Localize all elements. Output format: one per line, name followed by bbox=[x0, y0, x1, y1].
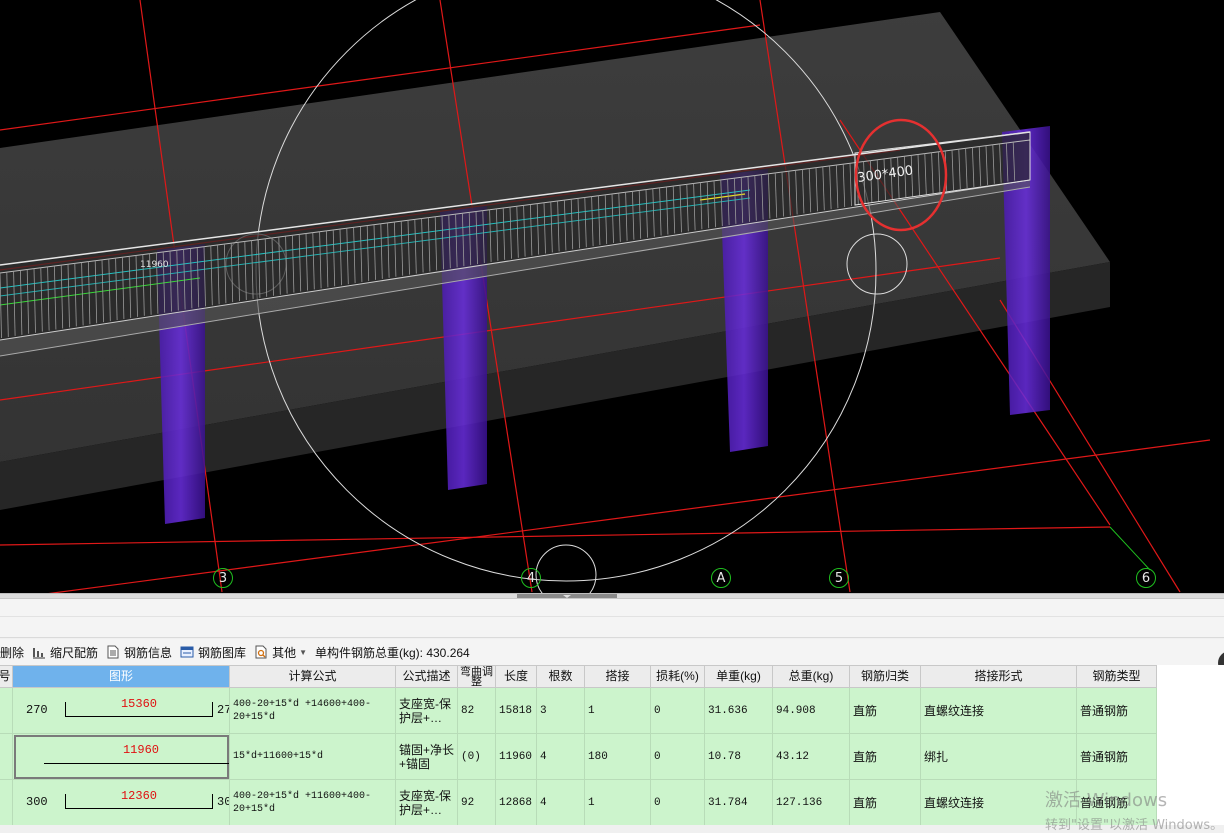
rebar-table: 号 图形 计算公式 公式描述 弯曲调整 长度 根数 搭接 损耗(%) 单重(kg… bbox=[0, 665, 1157, 825]
ruler-icon bbox=[32, 645, 46, 659]
length-cell[interactable]: 12868 bbox=[495, 779, 537, 825]
rebar-library-button[interactable]: 钢筋图库 bbox=[180, 641, 246, 663]
col-header-length[interactable]: 长度 bbox=[495, 665, 537, 688]
description-cell[interactable]: 锚固+净长+锚固 bbox=[395, 733, 458, 780]
count-cell[interactable]: 3 bbox=[536, 687, 585, 734]
scale-rebar-label: 缩尺配筋 bbox=[50, 645, 99, 660]
unit-weight-cell[interactable]: 31.784 bbox=[704, 779, 773, 825]
search-document-icon bbox=[254, 645, 268, 659]
shape-cell[interactable]: 300 12360 300 bbox=[12, 779, 230, 825]
table-row[interactable]: 270 15360 270 400-20+15*d +14600+400-20+… bbox=[0, 687, 1157, 734]
axis-marker-6[interactable]: 6 bbox=[1136, 568, 1156, 588]
unit-weight-cell[interactable]: 31.636 bbox=[704, 687, 773, 734]
shape-left-length: 270 bbox=[26, 703, 48, 717]
col-header-lap[interactable]: 搭接 bbox=[584, 665, 651, 688]
rebar-library-label: 钢筋图库 bbox=[198, 645, 247, 660]
total-weight-cell[interactable]: 94.908 bbox=[772, 687, 850, 734]
axis-marker-5[interactable]: 5 bbox=[829, 568, 849, 588]
splitter-collapse-handle[interactable] bbox=[517, 594, 617, 598]
rebar-table-container: 号 图形 计算公式 公式描述 弯曲调整 长度 根数 搭接 损耗(%) 单重(kg… bbox=[0, 665, 1224, 825]
category-cell[interactable]: 直筋 bbox=[849, 687, 921, 734]
total-weight-label: 单构件钢筋总重(kg): 430.264 bbox=[315, 645, 470, 660]
description-cell[interactable]: 支座宽-保护层+… bbox=[395, 687, 458, 734]
row-number-cell[interactable] bbox=[0, 779, 13, 825]
rebar-length-tag: 11960 bbox=[140, 260, 169, 270]
formula-cell[interactable]: 400-20+15*d +14600+400-20+15*d bbox=[229, 687, 396, 734]
col-header-description[interactable]: 公式描述 bbox=[395, 665, 458, 688]
lap-type-cell[interactable]: 绑扎 bbox=[920, 733, 1077, 780]
lap-type-cell[interactable]: 直螺纹连接 bbox=[920, 687, 1077, 734]
model-canvas: 11960 300*400 bbox=[0, 0, 1211, 593]
lap-cell[interactable]: 180 bbox=[584, 733, 651, 780]
lap-type-cell[interactable]: 直螺纹连接 bbox=[920, 779, 1077, 825]
col-header-category[interactable]: 钢筋归类 bbox=[849, 665, 921, 688]
document-icon bbox=[106, 645, 120, 659]
rebar-type-cell[interactable]: 普通钢筋 bbox=[1076, 687, 1157, 734]
chevron-down-icon: ▼ bbox=[299, 647, 307, 657]
bend-adjust-cell[interactable]: (0) bbox=[457, 733, 496, 780]
rebar-toolbar: 删除 缩尺配筋 钢筋信息 钢筋图库 其他 ▼ 单构件钢筋总重(kg): 430.… bbox=[0, 639, 1224, 665]
delete-button[interactable]: 删除 bbox=[0, 641, 24, 663]
other-label: 其他 bbox=[272, 645, 297, 660]
table-header-row: 号 图形 计算公式 公式描述 弯曲调整 长度 根数 搭接 损耗(%) 单重(kg… bbox=[0, 665, 1157, 688]
row-number-cell[interactable] bbox=[0, 733, 13, 780]
col-header-total-weight[interactable]: 总重(kg) bbox=[772, 665, 850, 688]
col-header-bend-adjust[interactable]: 弯曲调整 bbox=[457, 665, 496, 688]
rebar-type-cell[interactable]: 普通钢筋 bbox=[1076, 733, 1157, 780]
description-cell[interactable]: 支座宽-保护层+… bbox=[395, 779, 458, 825]
table-row[interactable]: 11960 15*d+11600+15*d 锚固+净长+锚固 (0) 11960… bbox=[0, 733, 1157, 780]
shape-cell[interactable]: 11960 bbox=[12, 733, 230, 780]
library-icon bbox=[180, 645, 194, 659]
formula-cell[interactable]: 400-20+15*d +11600+400-20+15*d bbox=[229, 779, 396, 825]
loss-cell[interactable]: 0 bbox=[650, 733, 705, 780]
other-menu-button[interactable]: 其他 ▼ bbox=[254, 641, 307, 663]
shape-main-length: 11960 bbox=[122, 743, 159, 757]
length-cell[interactable]: 11960 bbox=[495, 733, 537, 780]
axis-marker-3[interactable]: 3 bbox=[213, 568, 233, 588]
rebar-type-cell[interactable]: 普通钢筋 bbox=[1076, 779, 1157, 825]
count-cell[interactable]: 4 bbox=[536, 779, 585, 825]
loss-cell[interactable]: 0 bbox=[650, 779, 705, 825]
category-cell[interactable]: 直筋 bbox=[849, 733, 921, 780]
col-header-rebar-type[interactable]: 钢筋类型 bbox=[1076, 665, 1157, 688]
bend-adjust-cell[interactable]: 82 bbox=[457, 687, 496, 734]
delete-label: 删除 bbox=[0, 645, 25, 660]
unit-weight-cell[interactable]: 10.78 bbox=[704, 733, 773, 780]
loss-cell[interactable]: 0 bbox=[650, 687, 705, 734]
lap-cell[interactable]: 1 bbox=[584, 687, 651, 734]
axis-marker-a[interactable]: A bbox=[711, 568, 731, 588]
category-cell[interactable]: 直筋 bbox=[849, 779, 921, 825]
total-weight-cell[interactable]: 43.12 bbox=[772, 733, 850, 780]
total-weight-cell[interactable]: 127.136 bbox=[772, 779, 850, 825]
col-header-formula[interactable]: 计算公式 bbox=[229, 665, 396, 688]
count-cell[interactable]: 4 bbox=[536, 733, 585, 780]
scale-rebar-button[interactable]: 缩尺配筋 bbox=[32, 641, 98, 663]
row-number-cell[interactable] bbox=[0, 687, 13, 734]
shape-right-length: 300 bbox=[217, 795, 229, 809]
col-header-shape[interactable]: 图形 bbox=[12, 665, 230, 688]
col-header-lap-type[interactable]: 搭接形式 bbox=[920, 665, 1077, 688]
col-header-loss[interactable]: 损耗(%) bbox=[650, 665, 705, 688]
rebar-info-label: 钢筋信息 bbox=[124, 645, 173, 660]
lap-cell[interactable]: 1 bbox=[584, 779, 651, 825]
length-cell[interactable]: 15818 bbox=[495, 687, 537, 734]
straight-bar-shape bbox=[44, 763, 229, 764]
panel-header-strip bbox=[0, 599, 1224, 638]
bend-adjust-cell[interactable]: 92 bbox=[457, 779, 496, 825]
shape-cell[interactable]: 270 15360 270 bbox=[12, 687, 230, 734]
shape-right-length: 270 bbox=[217, 703, 229, 717]
table-row[interactable]: 300 12360 300 400-20+15*d +11600+400-20+… bbox=[0, 779, 1157, 825]
col-header-count[interactable]: 根数 bbox=[536, 665, 585, 688]
shape-main-length: 12360 bbox=[120, 789, 157, 803]
formula-cell[interactable]: 15*d+11600+15*d bbox=[229, 733, 396, 780]
rebar-info-button[interactable]: 钢筋信息 bbox=[106, 641, 172, 663]
shape-left-length: 300 bbox=[26, 795, 48, 809]
col-header-unit-weight[interactable]: 单重(kg) bbox=[704, 665, 773, 688]
col-header-no[interactable]: 号 bbox=[0, 665, 13, 688]
axis-marker-4[interactable]: 4 bbox=[521, 568, 541, 588]
3d-model-viewport[interactable]: 11960 300*400 3 4 A 5 6 bbox=[0, 0, 1224, 593]
shape-main-length: 15360 bbox=[120, 697, 157, 711]
